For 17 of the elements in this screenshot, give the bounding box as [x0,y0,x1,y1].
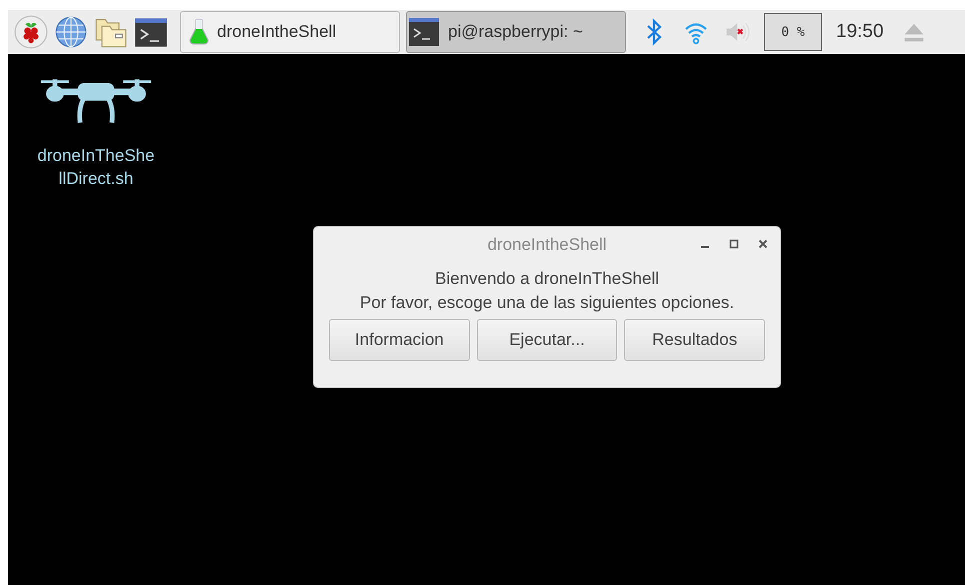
dialog-button[interactable]: Ejecutar... [476,319,618,361]
globe-icon[interactable] [54,15,88,49]
file-label[interactable]: droneInTheShe llDirect.sh [37,144,155,190]
clock[interactable]: 19:50 [836,21,884,43]
flask-icon [189,19,209,45]
dialog-button[interactable]: Informacion [329,319,470,361]
message-text: Bienvendo a droneInTheShell [435,268,659,290]
close-icon[interactable] [758,239,768,249]
maximize-icon[interactable] [729,239,739,249]
terminal-icon [408,18,440,46]
raspberry-menu-icon[interactable] [14,15,48,49]
dialog-button[interactable]: Resultados [624,319,766,361]
message-text: Por favor, escoge una de las siguientes opciones. [360,292,734,314]
cpu-monitor[interactable]: 0 % [764,13,822,51]
taskbar-window-button[interactable]: droneIntheShell [180,11,400,53]
taskbar-window-button[interactable]: pi@raspberrypi: ~ [406,11,626,53]
window-title: droneIntheShell [487,235,607,255]
